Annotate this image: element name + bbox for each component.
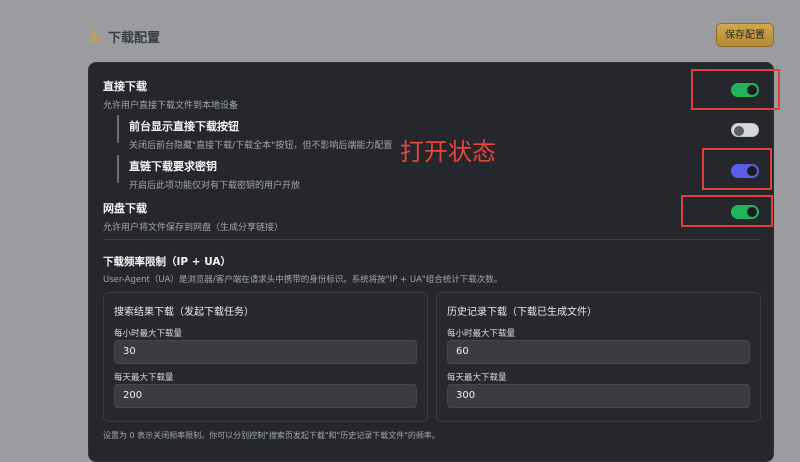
setting-desc: 允许用户将文件保存到网盘（生成分享链接） [103, 223, 284, 233]
setting-desc: 开启后此项功能仅对有下载密钥的用户开放 [129, 181, 301, 191]
setting-show-direct-button: 前台显示直接下载按钮 关闭后前台隐藏"直接下载/下载全本"按钮，但不影响后端能力… [129, 118, 392, 151]
annotation-box [702, 148, 772, 190]
search-download-limits: 搜索结果下载（发起下载任务） 每小时最大下载量 30 每天最大下载量 200 [103, 292, 428, 422]
setting-title: 直接下载 [103, 80, 147, 93]
history-daily-input[interactable]: 300 [447, 384, 750, 408]
search-daily-input[interactable]: 200 [114, 384, 417, 408]
hourly-limit-label: 每小时最大下载量 [114, 329, 183, 339]
setting-direct-download: 直接下载 允许用户直接下载文件到本地设备 [103, 78, 238, 111]
setting-cloud-download: 网盘下载 允许用户将文件保存到网盘（生成分享链接） [103, 200, 283, 233]
box-title: 搜索结果下载（发起下载任务） [114, 307, 254, 318]
history-download-limits: 历史记录下载（下载已生成文件） 每小时最大下载量 60 每天最大下载量 300 [436, 292, 761, 422]
search-hourly-input[interactable]: 30 [114, 340, 417, 364]
download-icon [88, 28, 102, 42]
setting-desc: 允许用户直接下载文件到本地设备 [103, 101, 239, 111]
daily-limit-label: 每天最大下载量 [114, 373, 174, 383]
sub-setting-indicator [117, 115, 119, 143]
rate-limit-title: 下载频率限制（IP + UA） [103, 256, 232, 268]
setting-require-key: 直链下载要求密钥 开启后此项功能仅对有下载密钥的用户开放 [129, 158, 300, 191]
annotation-text: 打开状态 [400, 138, 496, 166]
box-title: 历史记录下载（下载已生成文件） [447, 307, 597, 318]
setting-title: 直链下载要求密钥 [129, 160, 217, 173]
history-hourly-input[interactable]: 60 [447, 340, 750, 364]
download-settings-panel: 直接下载 允许用户直接下载文件到本地设备 前台显示直接下载按钮 关闭后前台隐藏"… [88, 62, 774, 462]
hourly-limit-label: 每小时最大下载量 [447, 329, 516, 339]
rate-limit-footnote: 设置为 0 表示关闭频率限制。你可以分别控制"搜索页发起下载"和"历史记录下载文… [103, 431, 440, 440]
save-config-button[interactable]: 保存配置 [716, 23, 774, 47]
sub-setting-indicator [117, 155, 119, 183]
setting-title: 前台显示直接下载按钮 [129, 120, 239, 133]
annotation-box [681, 195, 773, 227]
rate-limit-desc: User-Agent（UA）是浏览器/客户端在请求头中携带的身份标识。系统将按"… [103, 275, 503, 285]
section-divider [103, 239, 761, 240]
setting-title: 网盘下载 [103, 202, 147, 215]
setting-desc: 关闭后前台隐藏"直接下载/下载全本"按钮，但不影响后端能力配置 [129, 141, 393, 151]
daily-limit-label: 每天最大下载量 [447, 373, 507, 383]
show-direct-button-toggle[interactable] [731, 123, 759, 137]
page-title: 下载配置 [108, 31, 161, 46]
annotation-box [691, 69, 780, 110]
